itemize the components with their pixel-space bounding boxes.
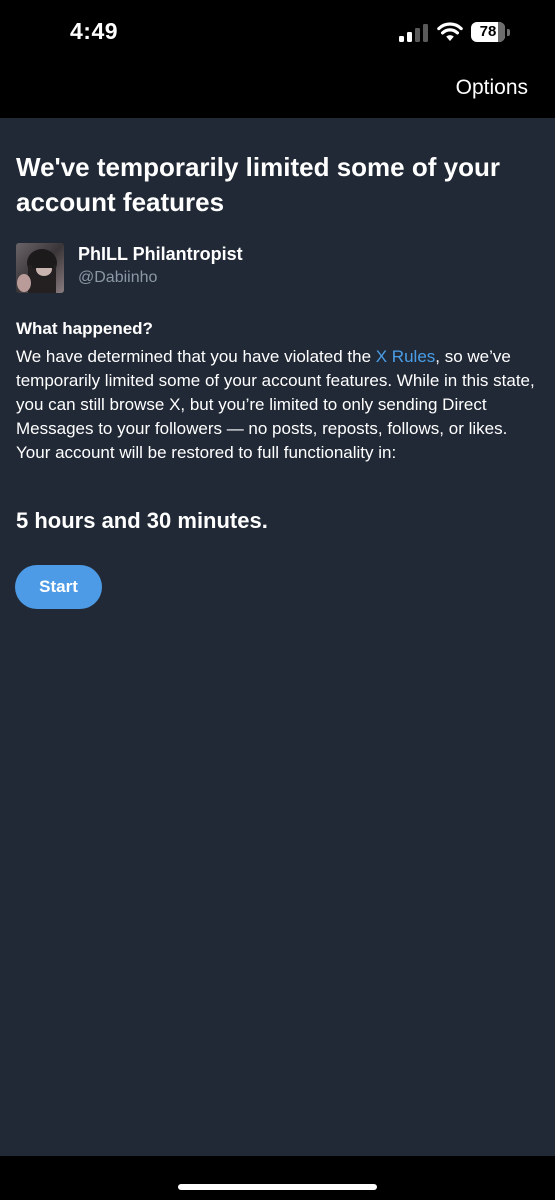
bottom-bar <box>0 1156 555 1200</box>
signal-icon <box>399 24 428 42</box>
nav-bar: Options <box>0 66 555 118</box>
battery-body: 78 <box>471 22 505 42</box>
username: @Dabiinho <box>78 269 158 286</box>
status-bar: 4:49 78 <box>0 0 555 66</box>
battery-icon: 78 <box>471 22 511 42</box>
status-time: 4:49 <box>70 18 119 44</box>
restriction-countdown: 5 hours and 30 minutes. <box>16 508 268 533</box>
profile-row: PhILL Philantropist @Dabiinho <box>16 242 536 294</box>
avatar-image <box>16 243 64 293</box>
wifi-icon <box>437 22 463 41</box>
restriction-notice: We've temporarily limited some of your a… <box>0 118 555 1156</box>
options-button[interactable]: Options <box>456 76 528 100</box>
screen: 4:49 78 Options We've temporarily limite… <box>0 0 555 1200</box>
avatar <box>16 243 64 293</box>
battery-level: 78 <box>479 23 497 40</box>
section-heading: What happened? <box>16 319 153 338</box>
display-name: PhILL Philantropist <box>78 244 243 264</box>
explanation-text: We have determined that you have violate… <box>16 345 542 465</box>
home-indicator[interactable] <box>178 1184 377 1190</box>
x-rules-link[interactable]: X Rules <box>376 347 436 366</box>
start-button[interactable]: Start <box>15 565 102 609</box>
explanation-part-1: We have determined that you have violate… <box>16 347 376 366</box>
page-title: We've temporarily limited some of your a… <box>16 152 500 217</box>
battery-tip <box>507 29 510 36</box>
